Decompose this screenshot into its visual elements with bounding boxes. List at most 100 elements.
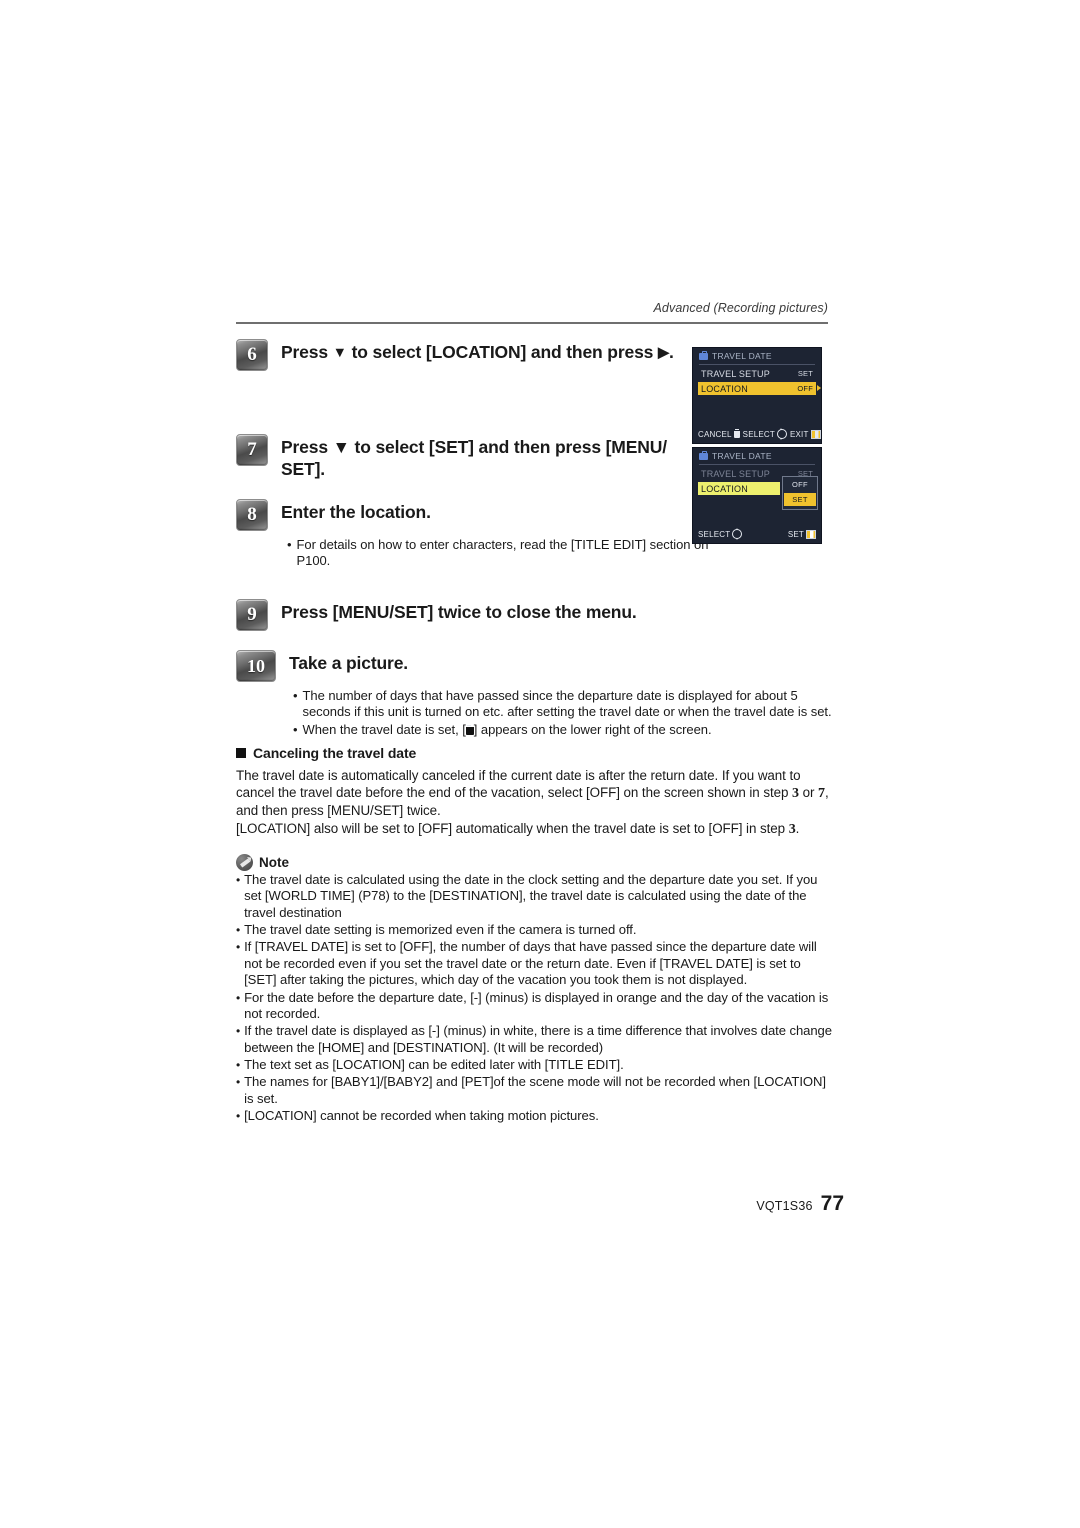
step-9: 9 Press [MENU/SET] twice to close the me… [236, 598, 832, 631]
bullet-dot: • [293, 687, 298, 703]
step-number-badge: 8 [236, 499, 268, 531]
canceling-paragraph-2: [LOCATION] also will be set to [OFF] aut… [236, 820, 832, 838]
list-item: • [LOCATION] cannot be recorded when tak… [236, 1108, 832, 1125]
footer-select[interactable]: SELECT [742, 428, 787, 440]
para2-b: . [795, 820, 800, 836]
bullet-dot: • [236, 940, 241, 955]
step-ref: 3 [788, 821, 796, 837]
step-10: 10 Take a picture. [236, 649, 832, 682]
step-6-title-mid: to select [LOCATION] and then press [346, 342, 658, 362]
bullet-dot: • [287, 537, 292, 552]
bullet-text: When the travel date is set, [] appears … [302, 721, 712, 737]
note-text: For the date before the departure date, … [244, 989, 829, 1022]
screen-footer: CANCEL SELECT EXIT [693, 428, 821, 440]
bullet-dot: • [236, 923, 241, 938]
menu-row-travel-setup[interactable]: TRAVEL SETUP SET [698, 367, 816, 380]
trash-icon [733, 428, 740, 438]
location-dropdown[interactable]: OFF SET [782, 476, 818, 510]
note-text: The travel date setting is memorized eve… [244, 922, 637, 938]
note-text: [LOCATION] cannot be recorded when takin… [244, 1107, 599, 1123]
footer-set-label: SET [787, 529, 804, 539]
list-item: • If the travel date is displayed as [-]… [236, 1023, 832, 1056]
footer-select-label: SELECT [698, 529, 731, 539]
down-arrow-icon: ▼ [332, 345, 347, 361]
title-divider [699, 464, 815, 465]
page-number: 77 [820, 1192, 844, 1215]
step-6-title: Press ▼ to select [LOCATION] and then pr… [281, 338, 674, 364]
list-item: • If [TRAVEL DATE] is set to [OFF], the … [236, 939, 832, 989]
screen-titlebar: TRAVEL DATE [693, 348, 821, 364]
menu-button-icon [810, 429, 821, 439]
bullet-dot: • [236, 1024, 241, 1039]
para1-b: or [798, 785, 819, 801]
chevron-right-icon [817, 385, 821, 391]
step-number-badge: 10 [236, 649, 276, 682]
bullet-dot: • [236, 1074, 241, 1089]
running-head: Advanced (Recording pictures) [653, 301, 828, 315]
menu-row-label: LOCATION [701, 483, 748, 494]
bullet-dot: • [293, 721, 298, 737]
list-item: • For details on how to enter characters… [287, 537, 727, 570]
list-item: • When the travel date is set, [] appear… [293, 722, 832, 738]
footer-select-label: SELECT [742, 429, 775, 439]
step-10-bullets: • The number of days that have passed si… [293, 688, 832, 738]
note-text: The travel date is calculated using the … [244, 871, 818, 921]
bullet-text: The number of days that have passed sinc… [302, 687, 832, 720]
list-item: • The text set as [LOCATION] can be edit… [236, 1057, 832, 1074]
dropdown-option-off[interactable]: OFF [783, 477, 817, 492]
menu-button-icon [806, 529, 816, 539]
step-7-title: Press ▼ to select [SET] and then press [… [281, 437, 667, 479]
square-bullet-icon [236, 748, 246, 759]
footer-select[interactable]: SELECT [698, 528, 743, 540]
list-item: • The travel date setting is memorized e… [236, 922, 832, 939]
dropdown-option-set[interactable]: SET [784, 493, 816, 506]
camera-screen-travel-date-location: TRAVEL DATE TRAVEL SETUP SET LOCATION OF… [692, 347, 822, 444]
bullet-dot: • [236, 872, 241, 887]
list-item: • The number of days that have passed si… [293, 688, 832, 721]
list-item: • The names for [BABY1]/[BABY2] and [PET… [236, 1074, 832, 1107]
step-number-badge: 9 [236, 598, 268, 631]
list-item: • For the date before the departure date… [236, 990, 832, 1023]
menu-row-value: SET [797, 369, 813, 378]
para1-a: The travel date is automatically cancele… [236, 768, 801, 801]
header-rule [236, 322, 828, 324]
dpad-icon [776, 428, 787, 440]
canceling-heading: Canceling the travel date [236, 745, 832, 761]
footer-exit-label: EXIT [789, 429, 809, 439]
note-text: If [TRAVEL DATE] is set to [OFF], the nu… [244, 939, 817, 988]
menu-row-value: OFF [797, 384, 813, 393]
step-6-title-post: . [668, 342, 674, 362]
page-footer: VQT1S36 77 [756, 1192, 844, 1216]
canceling-paragraph-1: The travel date is automatically cancele… [236, 767, 832, 820]
menu-row-location[interactable]: LOCATION OFF [698, 382, 816, 395]
note-text: If the travel date is displayed as [-] (… [244, 1023, 832, 1055]
note-text: The text set as [LOCATION] can be edited… [244, 1056, 624, 1072]
step-ref: 3 [792, 786, 799, 802]
menu-row-label: LOCATION [701, 383, 748, 394]
manual-page: Advanced (Recording pictures) 6 Press ▼ … [0, 0, 1080, 1528]
screen-titlebar: TRAVEL DATE [693, 448, 821, 464]
footer-cancel-label: CANCEL [698, 429, 732, 439]
bullet-dot: • [236, 990, 241, 1005]
footer-exit[interactable]: EXIT [789, 429, 821, 439]
step-8-bullets: • For details on how to enter characters… [287, 537, 727, 570]
menu-row-location[interactable]: LOCATION [698, 482, 780, 495]
camera-screen-location-dropdown: TRAVEL DATE TRAVEL SETUP SET LOCATION OF… [692, 447, 822, 544]
suitcase-icon [699, 450, 708, 460]
note-text: The names for [BABY1]/[BABY2] and [PET]o… [244, 1073, 826, 1106]
step-number-badge: 7 [236, 434, 268, 466]
step-10-title: Take a picture. [289, 652, 409, 673]
screen-footer: SELECT SET [693, 528, 821, 540]
document-code: VQT1S36 [756, 1199, 813, 1213]
step-8-title: Enter the location. [281, 502, 431, 522]
dpad-icon [732, 528, 743, 540]
menu-row-label: TRAVEL SETUP [701, 368, 770, 379]
note-label: Note [259, 854, 289, 870]
para2-a: [LOCATION] also will be set to [OFF] aut… [236, 820, 789, 836]
right-arrow-icon: ▶ [657, 345, 669, 361]
footer-cancel[interactable]: CANCEL [698, 428, 740, 439]
list-item: • The travel date is calculated using th… [236, 872, 832, 922]
footer-set[interactable]: SET [787, 529, 816, 539]
suitcase-icon [465, 724, 474, 735]
screen-title: TRAVEL DATE [712, 451, 772, 461]
